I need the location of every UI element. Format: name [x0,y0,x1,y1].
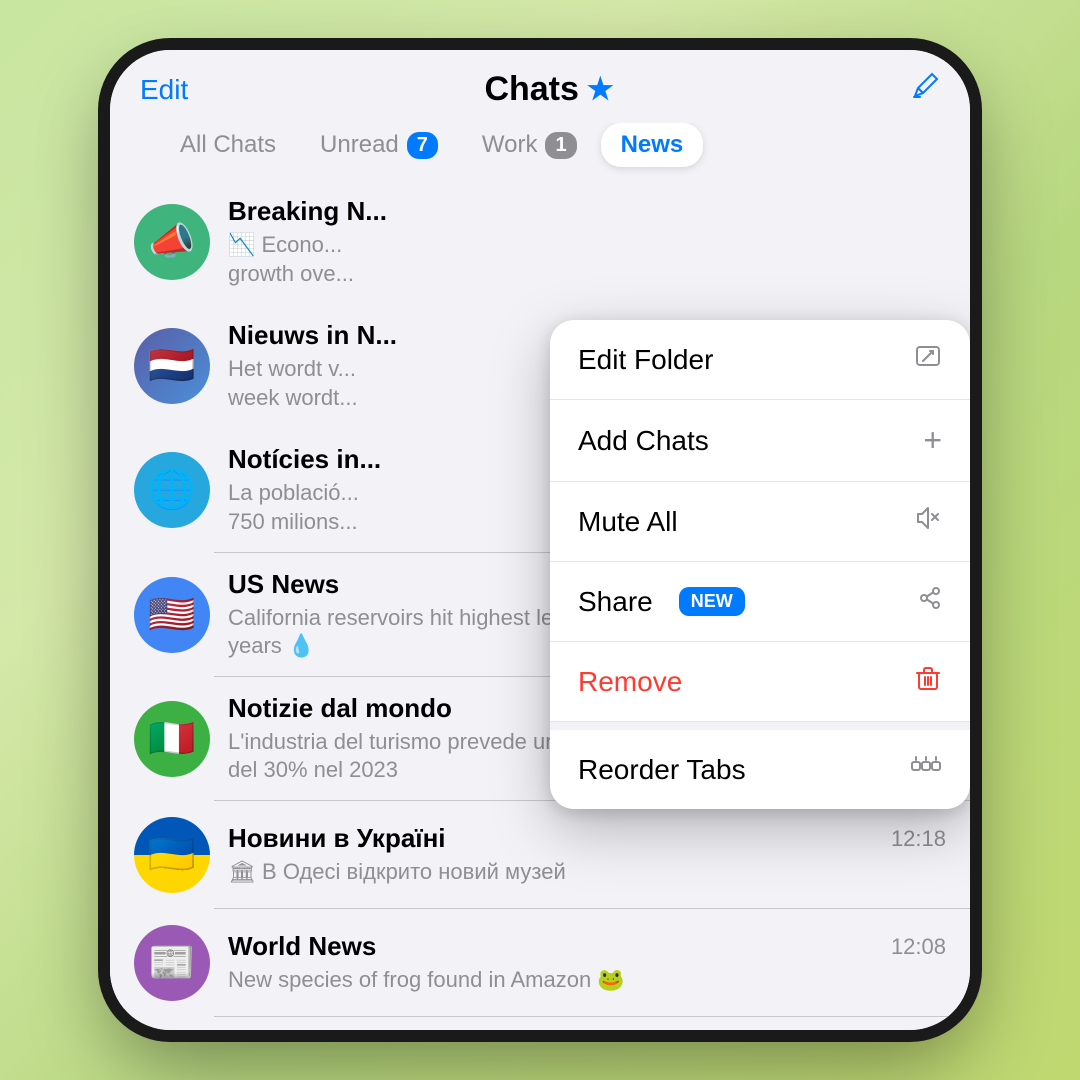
tab-all-chats-label: All Chats [180,131,276,159]
mute-all-button[interactable]: Mute All [550,482,970,562]
reorder-tabs-button[interactable]: Reorder Tabs [550,730,970,809]
reorder-tabs-icon [910,752,942,787]
tab-work-label: Work [482,131,538,159]
edit-button[interactable]: Edit [140,74,188,106]
remove-icon [914,664,942,699]
menu-separator [550,722,970,730]
star-icon: ★ [587,72,614,107]
tab-news[interactable]: News [601,123,704,167]
share-item-left: Share NEW [578,586,745,618]
tab-unread-label: Unread [320,131,399,159]
compose-button[interactable] [910,71,940,108]
unread-badge: 7 [407,132,438,159]
add-chats-button[interactable]: Add Chats + [550,400,970,482]
header: Edit Chats ★ All Chats [110,50,970,191]
title-text: Chats [484,70,578,109]
mute-all-label: Mute All [578,506,678,538]
mute-all-icon [914,504,942,539]
context-menu: Edit Folder Add Chats + [550,320,970,809]
share-icon [914,584,942,619]
add-chats-label: Add Chats [578,425,709,457]
tab-work[interactable]: Work 1 [462,123,597,167]
tabs-bar: All Chats Unread 7 Work 1 News [140,123,940,181]
phone-screen: Edit Chats ★ All Chats [110,50,970,1030]
phone-frame: Edit Chats ★ All Chats [0,0,1080,1080]
remove-button[interactable]: Remove [550,642,970,722]
new-badge: NEW [679,587,745,616]
share-label: Share [578,586,653,618]
reorder-tabs-label: Reorder Tabs [578,754,746,786]
add-chats-icon: + [923,422,942,459]
context-menu-overlay: Edit Folder Add Chats + [110,180,970,1030]
work-badge: 1 [545,132,576,159]
tab-all-chats[interactable]: All Chats [160,123,296,167]
tab-unread[interactable]: Unread 7 [300,123,458,167]
edit-folder-icon [914,342,942,377]
edit-folder-button[interactable]: Edit Folder [550,320,970,400]
header-top: Edit Chats ★ [140,70,940,109]
share-button[interactable]: Share NEW [550,562,970,642]
header-title: Chats ★ [484,70,613,109]
content-area: 📣 Breaking N... 📉 Econo...growth ove... … [110,180,970,1030]
tab-news-label: News [621,131,684,159]
remove-label: Remove [578,666,682,698]
edit-folder-label: Edit Folder [578,344,713,376]
